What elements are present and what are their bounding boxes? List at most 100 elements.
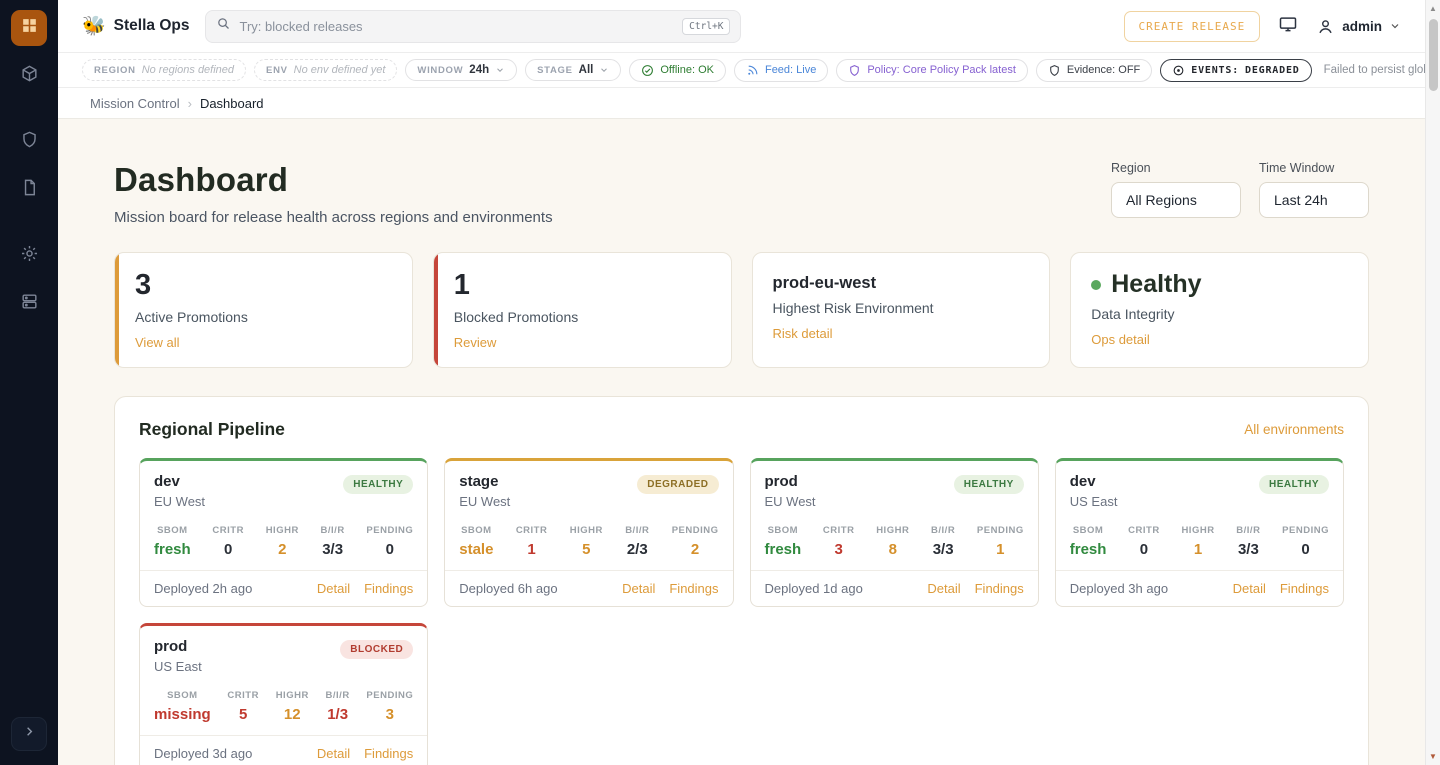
sbom-column-label: SBOM — [765, 525, 802, 536]
pending-column-label: PENDING — [977, 525, 1024, 536]
evidence-shield-icon — [1048, 64, 1061, 77]
highest-risk-label: Highest Risk Environment — [773, 300, 1030, 316]
critr-value: 3 — [823, 541, 855, 558]
deployed-timestamp: Deployed 3h ago — [1070, 581, 1168, 596]
blocked-promotions-label: Blocked Promotions — [454, 309, 711, 325]
environment-name: prod — [765, 473, 816, 490]
scrollbar-thumb[interactable] — [1429, 19, 1438, 91]
region-filter-select[interactable]: All Regions — [1111, 182, 1241, 218]
critr-value: 1 — [516, 541, 548, 558]
all-environments-link[interactable]: All environments — [1244, 422, 1344, 437]
status-badge: HEALTHY — [954, 475, 1024, 494]
gear-icon — [20, 244, 39, 268]
findings-link[interactable]: Findings — [669, 581, 718, 596]
critr-value: 5 — [227, 706, 259, 723]
top-bar-actions: CREATE RELEASE admin — [1124, 11, 1401, 42]
detail-link[interactable]: Detail — [927, 581, 960, 596]
environment-region: EU West — [154, 494, 205, 509]
highr-column-label: HIGHR — [266, 525, 299, 536]
findings-link[interactable]: Findings — [975, 581, 1024, 596]
sidebar-item-reports[interactable] — [11, 172, 47, 208]
risk-detail-link[interactable]: Risk detail — [773, 326, 833, 341]
shield-icon — [848, 64, 861, 77]
shield-icon — [20, 130, 39, 154]
pending-column-label: PENDING — [672, 525, 719, 536]
time-window-filter-label: Time Window — [1259, 161, 1369, 175]
environment-stats: SBOM fresh CRITR 0 HIGHR 2 — [140, 519, 427, 570]
ops-detail-link[interactable]: Ops detail — [1091, 332, 1150, 347]
chevron-down-icon — [495, 65, 505, 75]
review-link[interactable]: Review — [454, 335, 497, 350]
highr-column-label: HIGHR — [876, 525, 909, 536]
sidebar-item-dashboard[interactable] — [11, 10, 47, 46]
env-context-pill[interactable]: ENV No env defined yet — [254, 59, 397, 81]
sbom-column-label: SBOM — [459, 525, 493, 536]
events-status-pill[interactable]: EVENTS: DEGRADED — [1160, 59, 1311, 82]
highest-risk-card: prod-eu-west Highest Risk Environment Ri… — [752, 252, 1051, 368]
stage-context-pill[interactable]: STAGE All — [525, 59, 621, 81]
environment-region: EU West — [765, 494, 816, 509]
detail-link[interactable]: Detail — [1233, 581, 1266, 596]
search-input[interactable] — [239, 19, 674, 34]
deployed-timestamp: Deployed 6h ago — [459, 581, 557, 596]
environment-name: stage — [459, 473, 510, 490]
highr-value: 2 — [266, 541, 299, 558]
offline-status-pill[interactable]: Offline: OK — [629, 59, 726, 82]
breadcrumb: Mission Control › Dashboard — [58, 88, 1425, 119]
window-context-pill[interactable]: WINDOW 24h — [405, 59, 517, 81]
scroll-up-arrow[interactable]: ▲ — [1429, 0, 1437, 17]
environment-stats: SBOM stale CRITR 1 HIGHR 5 — [445, 519, 732, 570]
bir-value: 3/3 — [931, 541, 955, 558]
critr-column-label: CRITR — [1128, 525, 1160, 536]
evidence-status-pill[interactable]: Evidence: OFF — [1036, 59, 1152, 82]
detail-link[interactable]: Detail — [622, 581, 655, 596]
bir-column-label: B/I/R — [625, 525, 649, 536]
target-icon — [1172, 64, 1185, 77]
feed-status-pill[interactable]: Feed: Live — [734, 59, 828, 82]
environment-card-footer: Deployed 6h ago Detail Findings — [445, 570, 732, 606]
policy-status-pill[interactable]: Policy: Core Policy Pack latest — [836, 59, 1028, 82]
sidebar-item-infrastructure[interactable] — [11, 286, 47, 322]
scroll-down-arrow[interactable]: ▼ — [1429, 748, 1437, 765]
display-mode-button[interactable] — [1278, 14, 1298, 39]
region-filter-label: Region — [1111, 161, 1241, 175]
sidebar-item-releases[interactable] — [11, 58, 47, 94]
environment-card: prod EU West HEALTHY SBOM fresh CRIT — [750, 458, 1039, 607]
breadcrumb-mission-control[interactable]: Mission Control — [90, 96, 180, 111]
healthy-dot-icon — [1091, 280, 1101, 290]
highr-column-label: HIGHR — [1181, 525, 1214, 536]
environment-card-footer: Deployed 1d ago Detail Findings — [751, 570, 1038, 606]
regional-pipeline-section: Regional Pipeline All environments dev E… — [114, 396, 1369, 765]
sbom-value: missing — [154, 706, 211, 723]
critr-column-label: CRITR — [823, 525, 855, 536]
top-bar: 🐝 Stella Ops Ctrl+K CREATE RELEASE admin — [58, 0, 1425, 52]
window-scrollbar[interactable]: ▲ ▼ — [1425, 0, 1440, 765]
status-badge: HEALTHY — [1259, 475, 1329, 494]
findings-link[interactable]: Findings — [1280, 581, 1329, 596]
sidebar-item-security[interactable] — [11, 124, 47, 160]
region-context-pill[interactable]: REGION No regions defined — [82, 59, 246, 81]
user-name: admin — [1342, 19, 1382, 34]
status-badge: HEALTHY — [343, 475, 413, 494]
user-menu[interactable]: admin — [1316, 17, 1401, 36]
package-icon — [20, 64, 39, 88]
findings-link[interactable]: Findings — [364, 746, 413, 761]
blocked-promotions-value: 1 — [454, 270, 711, 302]
view-all-link[interactable]: View all — [135, 335, 180, 350]
bir-column-label: B/I/R — [326, 690, 350, 701]
content-area: Dashboard Mission board for release heal… — [58, 119, 1425, 765]
detail-link[interactable]: Detail — [317, 746, 350, 761]
sidebar-expand-button[interactable] — [11, 717, 47, 751]
time-window-filter-select[interactable]: Last 24h — [1259, 182, 1369, 218]
findings-link[interactable]: Findings — [364, 581, 413, 596]
sbom-column-label: SBOM — [154, 690, 211, 701]
environment-card: stage EU West DEGRADED SBOM stale CR — [444, 458, 733, 607]
sidebar-item-settings[interactable] — [11, 238, 47, 274]
environment-name: dev — [1070, 473, 1118, 490]
global-search[interactable]: Ctrl+K — [205, 10, 741, 43]
create-release-button[interactable]: CREATE RELEASE — [1124, 11, 1261, 42]
chevron-down-icon — [599, 65, 609, 75]
detail-link[interactable]: Detail — [317, 581, 350, 596]
pending-value: 2 — [672, 541, 719, 558]
sbom-value: stale — [459, 541, 493, 558]
